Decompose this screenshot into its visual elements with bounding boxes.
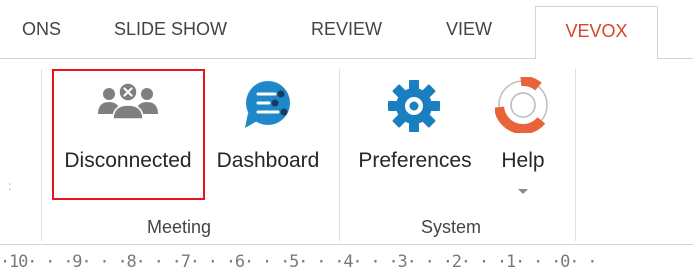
- group-label-meeting: Meeting: [147, 217, 212, 237]
- group-separator: [339, 69, 340, 241]
- tab-review[interactable]: REVIEW: [311, 0, 382, 58]
- gear-icon: [388, 80, 440, 132]
- help-dropdown-arrow[interactable]: [518, 189, 528, 194]
- ribbon-body: : Disconnected Dashboard Meeting Prefere…: [0, 59, 693, 245]
- help-button[interactable]: Help: [485, 69, 561, 209]
- preferences-button[interactable]: Preferences: [350, 69, 480, 199]
- previous-group-edge: :: [8, 179, 12, 193]
- preferences-label: Preferences: [358, 149, 472, 172]
- ribbon-tab-strip: ONS SLIDE SHOW REVIEW VIEW VEVOX: [0, 0, 693, 59]
- tab-view[interactable]: VIEW: [446, 0, 492, 58]
- lifebuoy-icon: [495, 77, 548, 133]
- tab-animations[interactable]: ONS: [22, 0, 61, 58]
- disconnected-highlight-box: [52, 69, 205, 200]
- horizontal-ruler[interactable]: ·10· · ·9· · ·8· · ·7· · ·6· · ·5· · ·4·…: [0, 245, 693, 279]
- dashboard-label: Dashboard: [216, 149, 320, 172]
- group-separator: [575, 69, 576, 241]
- group-separator: [41, 69, 42, 241]
- group-label-system: System: [421, 217, 482, 237]
- tab-slide-show[interactable]: SLIDE SHOW: [114, 0, 227, 58]
- help-label: Help: [501, 149, 545, 172]
- dashboard-button[interactable]: Dashboard: [207, 69, 329, 199]
- dashboard-chat-icon: [245, 81, 290, 128]
- tab-vevox[interactable]: VEVOX: [535, 6, 658, 59]
- ruler-scale: ·10· · ·9· · ·8· · ·7· · ·6· · ·5· · ·4·…: [0, 252, 598, 272]
